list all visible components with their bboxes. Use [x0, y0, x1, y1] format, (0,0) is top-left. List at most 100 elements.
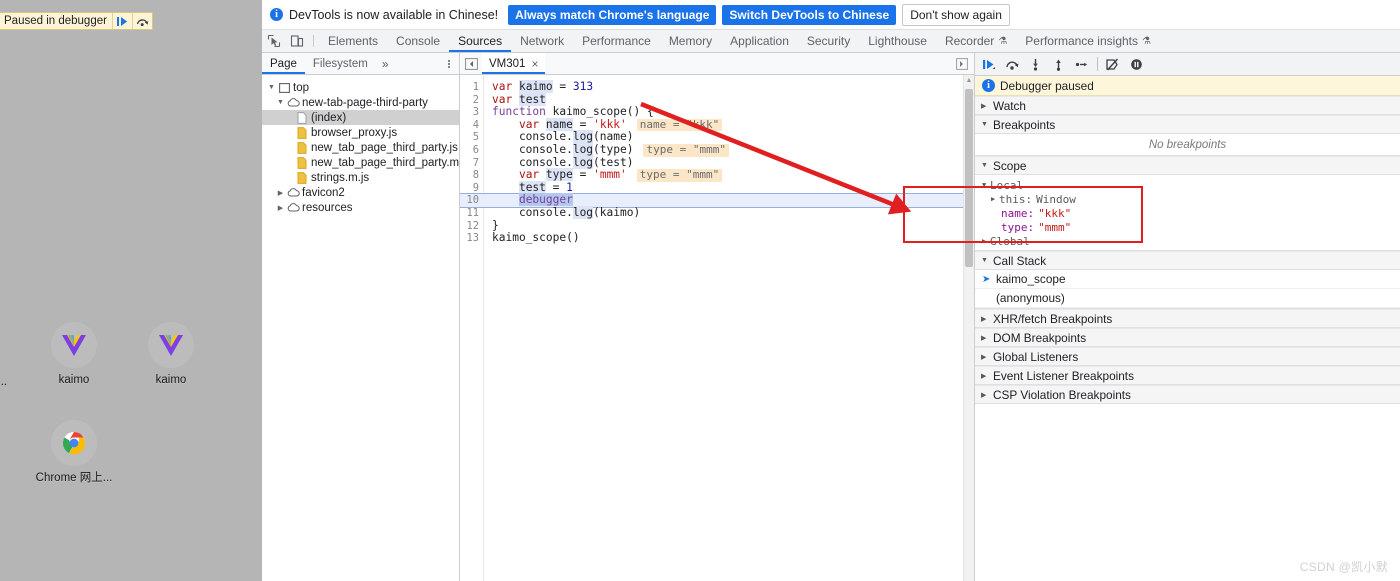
- section-label: Call Stack: [993, 253, 1047, 268]
- scope-entry-this[interactable]: ▶ this: Window: [975, 192, 1400, 206]
- tree-item-new-tab-page-third-party[interactable]: ▼ new-tab-page-third-party: [262, 95, 459, 110]
- desktop-icon-label: kaimo: [58, 374, 90, 386]
- chevron-down-icon[interactable]: ▼: [275, 99, 286, 106]
- tree-item-strings-m-js[interactable]: strings.m.js: [262, 170, 459, 185]
- tab-recorder[interactable]: Recorder ⚗: [936, 30, 1016, 52]
- call-stack-list: ➤ kaimo_scope (anonymous): [975, 270, 1400, 309]
- section-call-stack[interactable]: ▼ Call Stack: [975, 251, 1400, 270]
- chevron-down-icon: ▼: [981, 257, 988, 264]
- step-over-button[interactable]: [1002, 54, 1023, 74]
- code-editor[interactable]: 1 var kaimo = 313 2 var test 3 function …: [460, 75, 974, 581]
- section-scope[interactable]: ▼ Scope: [975, 156, 1400, 175]
- desktop-icon-kaimo-1[interactable]: kaimo: [28, 322, 120, 387]
- navigator-tab-filesystem[interactable]: Filesystem: [305, 53, 376, 74]
- chevron-down-icon[interactable]: ▼: [266, 84, 277, 91]
- desktop-icon-kaimo-2[interactable]: kaimo: [125, 322, 217, 387]
- tree-item-index[interactable]: (index): [262, 110, 459, 125]
- desktop-step-over-button[interactable]: [131, 13, 152, 29]
- tab-sources[interactable]: Sources: [449, 30, 511, 52]
- pause-on-exceptions-button[interactable]: [1126, 54, 1147, 74]
- editor-scrollbar[interactable]: ▲: [963, 75, 974, 581]
- tab-application[interactable]: Application: [721, 30, 798, 52]
- tab-memory[interactable]: Memory: [660, 30, 721, 52]
- tree-item-favicon2[interactable]: ▶ favicon2: [262, 185, 459, 200]
- call-stack-frame[interactable]: (anonymous): [975, 289, 1400, 308]
- scope-local-group[interactable]: ▼ Local: [975, 178, 1400, 192]
- scroll-up-icon[interactable]: ▲: [964, 77, 974, 84]
- close-icon[interactable]: ×: [531, 57, 538, 71]
- scope-entry-name[interactable]: name: "kkk": [975, 206, 1400, 220]
- sources-navigator-panel: Page Filesystem » ▼ top ▼ new-tab-page-t…: [262, 53, 460, 581]
- code-line[interactable]: 13 kaimo_scope(): [460, 232, 963, 245]
- code-line[interactable]: 11 console.log(kaimo): [460, 205, 963, 220]
- deactivate-breakpoints-button[interactable]: [1103, 54, 1124, 74]
- switch-to-chinese-button[interactable]: Switch DevTools to Chinese: [722, 4, 897, 25]
- chevron-right-icon[interactable]: ▶: [275, 189, 286, 197]
- tab-network[interactable]: Network: [511, 30, 573, 52]
- source-editor-panel: VM301 × 1 var kaimo = 313 2 var test 3 f…: [460, 53, 975, 581]
- tab-elements[interactable]: Elements: [319, 30, 387, 52]
- resume-icon: [983, 59, 995, 69]
- navigator-tab-page[interactable]: Page: [262, 53, 305, 74]
- scope-entry-value: "mmm": [1038, 220, 1072, 234]
- step-into-button[interactable]: [1025, 54, 1046, 74]
- step-into-icon: [1033, 58, 1038, 71]
- line-number: 4: [472, 118, 479, 131]
- tree-item-resources[interactable]: ▶ resources: [262, 200, 459, 215]
- tree-item-new-tab-page-third-party-mojo[interactable]: new_tab_page_third_party.mojo: [262, 155, 459, 170]
- code-line[interactable]: 8 var type = 'mmm' type = "mmm": [460, 168, 963, 182]
- scrollbar-thumb[interactable]: [965, 89, 973, 267]
- device-toolbar-button[interactable]: [285, 30, 308, 52]
- section-dom-breakpoints[interactable]: ▶ DOM Breakpoints: [975, 328, 1400, 347]
- scope-global-group[interactable]: ▶ Global: [975, 234, 1400, 248]
- chevron-right-icon[interactable]: ▶: [275, 204, 286, 212]
- section-breakpoints[interactable]: ▼ Breakpoints: [975, 115, 1400, 134]
- tab-security[interactable]: Security: [798, 30, 859, 52]
- call-stack-frame-label: kaimo_scope: [996, 272, 1066, 286]
- paused-in-debugger-label: Paused in debugger: [4, 15, 107, 27]
- tree-item-top[interactable]: ▼ top: [262, 80, 459, 95]
- chevron-right-icon[interactable]: ▶: [982, 237, 990, 245]
- tree-item-label: browser_proxy.js: [311, 126, 398, 139]
- navigator-more-tabs-button[interactable]: »: [376, 53, 395, 74]
- inspect-element-button[interactable]: [262, 30, 285, 52]
- navigator-tab-label: Page: [270, 57, 297, 70]
- call-stack-frame-current[interactable]: ➤ kaimo_scope: [975, 270, 1400, 289]
- section-csp-violation-breakpoints[interactable]: ▶ CSP Violation Breakpoints: [975, 385, 1400, 404]
- tree-item-label: favicon2: [302, 186, 345, 199]
- experiment-flask-icon: ⚗: [998, 35, 1008, 47]
- tab-performance-insights[interactable]: Performance insights ⚗: [1016, 30, 1160, 52]
- section-event-listener-breakpoints[interactable]: ▶ Event Listener Breakpoints: [975, 366, 1400, 385]
- scope-entry-type[interactable]: type: "mmm": [975, 220, 1400, 234]
- step-button[interactable]: [1071, 54, 1092, 74]
- tab-label: Memory: [668, 34, 713, 48]
- tab-lighthouse[interactable]: Lighthouse: [859, 30, 936, 52]
- tab-console[interactable]: Console: [387, 30, 449, 52]
- desktop-icon-chrome-webstore[interactable]: Chrome 网上...: [28, 420, 120, 485]
- code-lines[interactable]: 1 var kaimo = 313 2 var test 3 function …: [460, 75, 963, 581]
- resume-button[interactable]: [979, 54, 1000, 74]
- always-match-language-button[interactable]: Always match Chrome's language: [508, 4, 717, 25]
- tab-performance[interactable]: Performance: [573, 30, 660, 52]
- section-global-listeners[interactable]: ▶ Global Listeners: [975, 347, 1400, 366]
- scope-list: ▼ Local ▶ this: Window name: "kkk" type:…: [975, 175, 1400, 251]
- editor-tab-vm301[interactable]: VM301 ×: [482, 53, 546, 74]
- file-tree: ▼ top ▼ new-tab-page-third-party (index)…: [262, 75, 459, 215]
- desktop-resume-button[interactable]: [111, 13, 132, 29]
- tree-item-browser-proxy-js[interactable]: browser_proxy.js: [262, 125, 459, 140]
- step-icon: [1075, 62, 1087, 66]
- dont-show-again-button[interactable]: Don't show again: [902, 3, 1010, 26]
- more-tabs-button[interactable]: [950, 53, 974, 74]
- line-number: 13: [466, 232, 479, 245]
- code-line[interactable]: 6 console.log(type) type = "mmm": [460, 142, 963, 157]
- chevron-right-icon[interactable]: ▶: [991, 195, 999, 203]
- section-watch[interactable]: ▶ Watch: [975, 96, 1400, 115]
- more-options-icon[interactable]: [439, 53, 459, 74]
- section-xhr-fetch-breakpoints[interactable]: ▶ XHR/fetch Breakpoints: [975, 309, 1400, 328]
- tab-label: Network: [520, 34, 565, 48]
- chevron-right-icon: ▶: [981, 315, 987, 323]
- show-navigator-button[interactable]: [460, 53, 482, 74]
- tree-item-new-tab-page-third-party-js[interactable]: new_tab_page_third_party.js: [262, 140, 459, 155]
- step-out-button[interactable]: [1048, 54, 1069, 74]
- code-line[interactable]: 1 var kaimo = 313: [460, 80, 963, 94]
